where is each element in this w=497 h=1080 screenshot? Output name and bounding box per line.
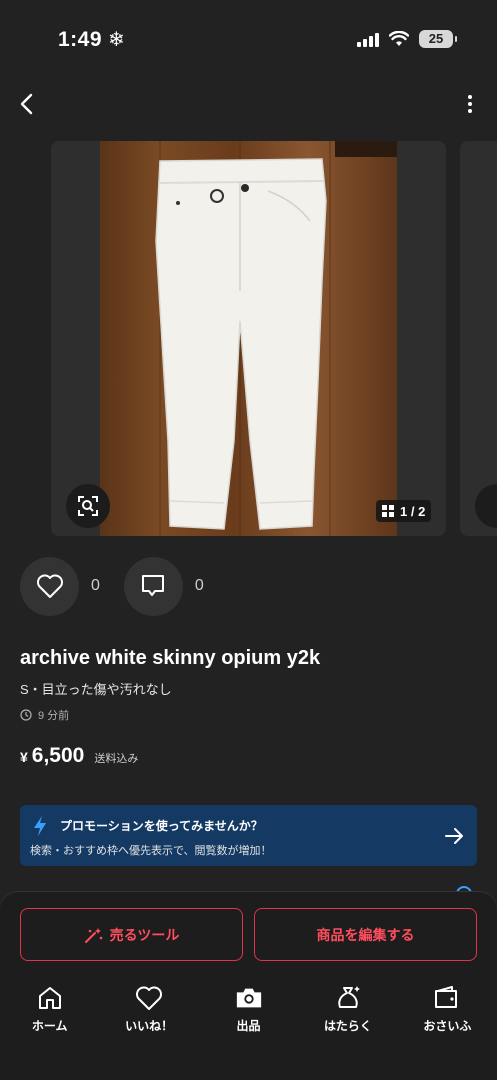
money-bag-icon	[338, 986, 360, 1008]
price-value: 6,500	[31, 744, 85, 767]
comment-icon	[142, 575, 165, 596]
shipping-label: 送料込み	[94, 753, 139, 765]
camera-icon	[236, 988, 261, 1008]
photo-counter: 1 / 2	[376, 500, 432, 522]
item-condition: S・目立った傷や汚れなし	[20, 682, 172, 697]
scan-search-icon	[78, 496, 98, 516]
battery-indicator: 25	[419, 30, 457, 48]
status-bar: 1:49 ❄ 25	[0, 0, 497, 80]
item-title: archive white skinny opium y2k	[20, 647, 321, 669]
comment-count: 0	[194, 577, 204, 594]
tab-home[interactable]: ホーム	[0, 984, 99, 1040]
price-currency: ¥	[20, 749, 28, 765]
more-dot	[468, 102, 472, 106]
like-count: 0	[91, 577, 100, 594]
status-indicators: 25	[357, 30, 457, 48]
comment-button[interactable]	[123, 556, 183, 616]
tab-label-wallet: おさいふ	[423, 1019, 472, 1033]
image-search-button[interactable]	[66, 484, 110, 528]
white-pants-image	[155, 141, 397, 536]
more-dot	[468, 95, 472, 99]
heart-icon	[36, 574, 63, 598]
image-carousel[interactable]	[0, 141, 497, 536]
more-dot	[468, 109, 472, 113]
photo-counter-text: 1 / 2	[400, 503, 426, 519]
snowflake-icon: ❄	[108, 29, 125, 51]
tab-bar: ホーム いいね！ 出品 はたらく おさいふ	[0, 984, 497, 1040]
tab-label-likes: いいね！	[125, 1019, 174, 1033]
arrow-right-icon	[445, 828, 463, 844]
grid-icon	[382, 505, 394, 517]
cellular-signal-icon	[357, 31, 379, 47]
bottom-sheet: 売るツール 商品を編集する ホーム いいね！ 出品 はたらく おさいふ	[0, 892, 497, 1080]
edit-item-button[interactable]: 商品を編集する	[254, 908, 477, 961]
engagement-row: 0 0	[20, 556, 228, 616]
promotion-title: プロモーションを使ってみませんか？	[60, 819, 263, 833]
clock-icon	[20, 709, 32, 721]
sell-tool-label: 売るツール	[109, 926, 180, 943]
lightning-icon	[34, 816, 46, 836]
product-photo	[100, 141, 397, 536]
back-button[interactable]	[14, 90, 42, 118]
edit-item-label: 商品を編集する	[316, 926, 415, 943]
tab-work[interactable]: はたらく	[298, 984, 397, 1040]
promotion-subtitle: 検索・おすすめ枠へ優先表示で、閲覧数が増加！	[30, 845, 272, 857]
chevron-left-icon	[20, 93, 33, 115]
tab-label-home: ホーム	[31, 1019, 68, 1033]
magic-wand-icon	[84, 927, 102, 943]
tab-label-sell: 出品	[236, 1019, 261, 1033]
product-photo-slide[interactable]	[51, 141, 446, 536]
wifi-icon	[389, 31, 409, 46]
sell-tool-button[interactable]: 売るツール	[20, 908, 243, 961]
wallet-icon	[435, 986, 458, 1008]
posted-time-text: 9 分前	[38, 710, 70, 722]
more-options-button[interactable]	[465, 92, 475, 116]
heart-icon	[136, 986, 163, 1010]
home-icon	[38, 987, 61, 1009]
tab-wallet[interactable]: おさいふ	[398, 984, 497, 1040]
tab-label-work: はたらく	[324, 1019, 372, 1033]
status-time: 1:49	[58, 28, 103, 51]
next-photo-slide-peek[interactable]	[460, 141, 497, 536]
tab-sell[interactable]: 出品	[199, 984, 298, 1040]
nav-bar	[0, 80, 497, 130]
promotion-banner[interactable]: プロモーションを使ってみませんか？ 検索・おすすめ枠へ優先表示で、閲覧数が増加！	[20, 805, 477, 866]
price-row: ¥ 6,500 送料込み	[20, 744, 138, 768]
like-button[interactable]	[20, 556, 79, 616]
posted-time: 9 分前	[20, 707, 69, 723]
tab-likes[interactable]: いいね！	[99, 984, 198, 1040]
